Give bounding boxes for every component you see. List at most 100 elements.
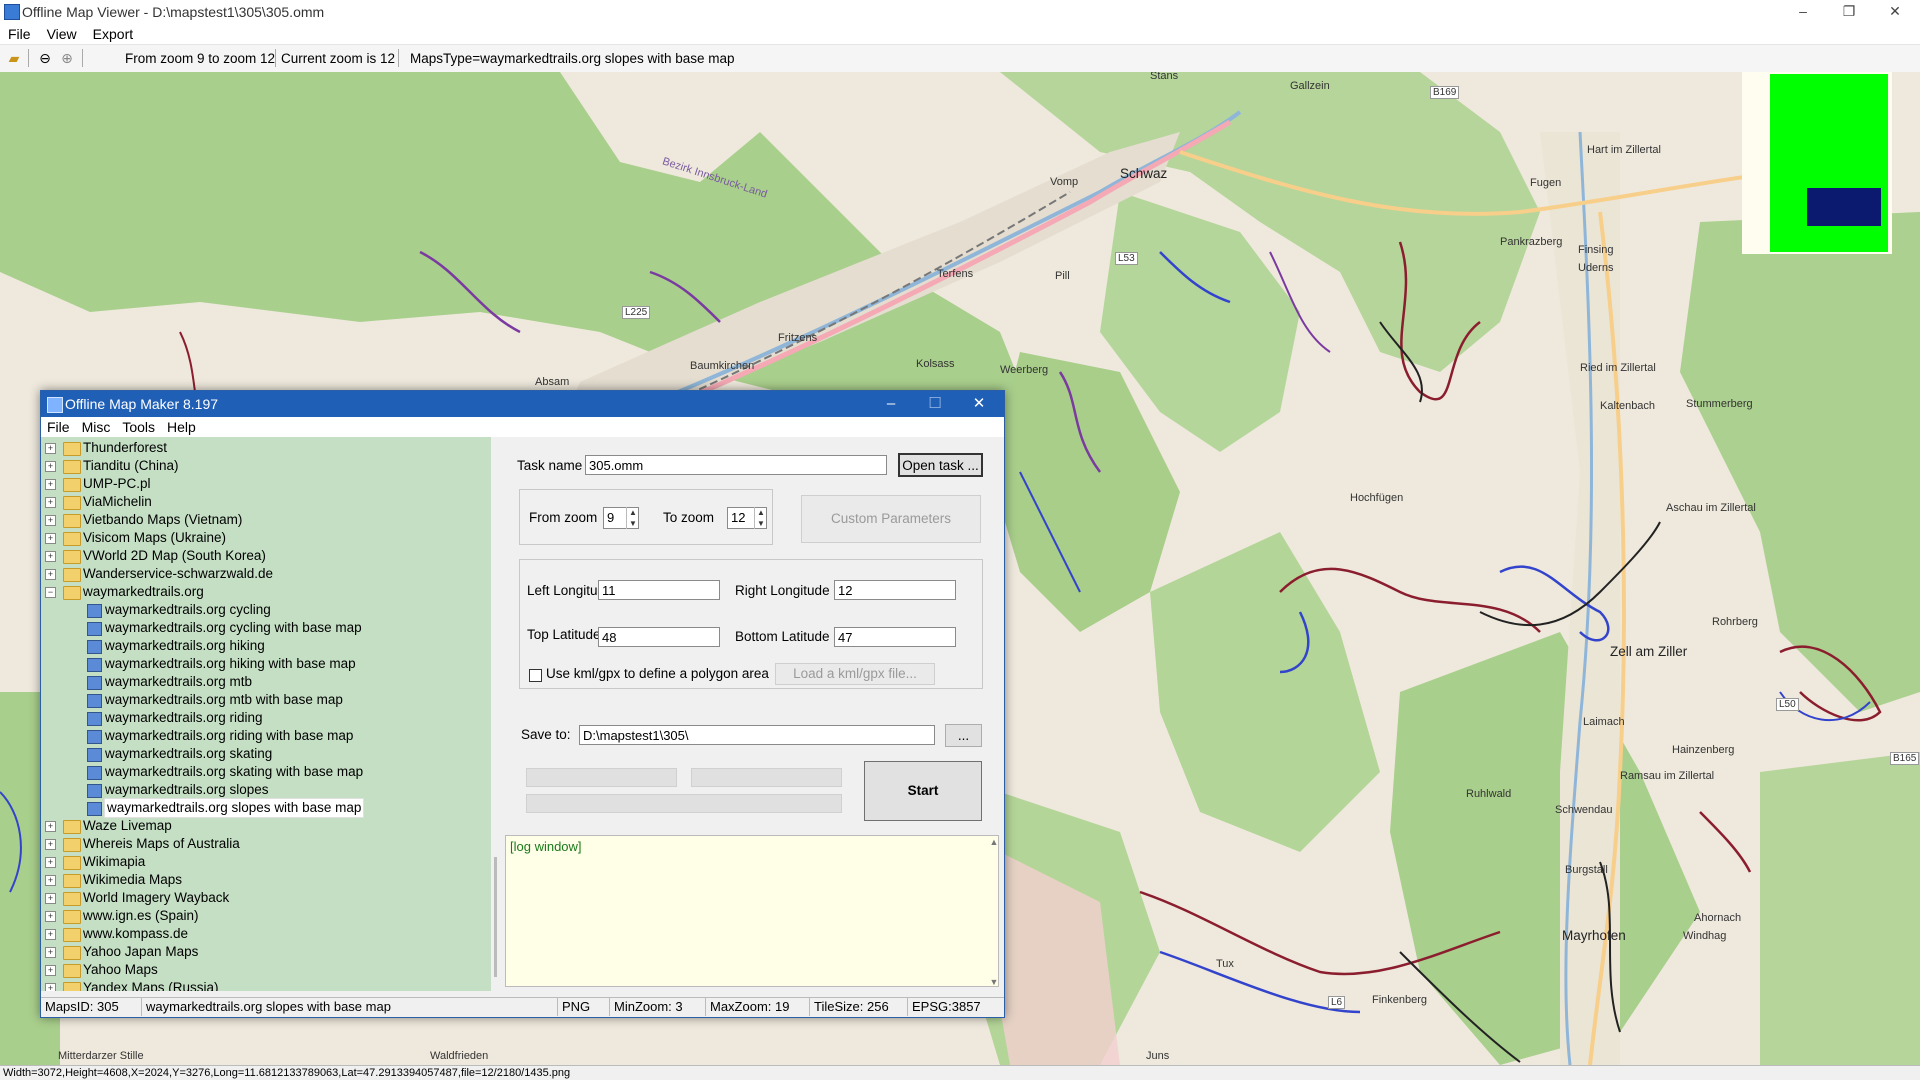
tree-folder[interactable]: + VWorld 2D Map (South Korea) (41, 547, 491, 565)
tree-folder[interactable]: + Wanderservice-schwarzwald.de (41, 565, 491, 583)
tree-folder[interactable]: + www.ign.es (Spain) (41, 907, 491, 925)
tree-folder[interactable]: + Wikimedia Maps (41, 871, 491, 889)
expand-icon[interactable]: + (45, 875, 56, 886)
tree-item-map[interactable]: waymarkedtrails.org skating (41, 745, 491, 763)
scroll-down-icon[interactable]: ▼ (989, 977, 999, 987)
expand-icon[interactable]: + (45, 569, 56, 580)
tree-item-label: waymarkedtrails.org slopes with base map (103, 798, 365, 818)
expand-icon[interactable]: + (45, 839, 56, 850)
open-folder-icon[interactable]: ▰ (5, 50, 23, 66)
close-button[interactable]: ✕ (1872, 0, 1918, 24)
menu-view[interactable]: View (39, 24, 85, 44)
expand-icon[interactable]: + (45, 983, 56, 991)
minimize-button[interactable]: – (1780, 0, 1826, 24)
dialog-menu-help[interactable]: Help (161, 417, 202, 435)
expand-icon[interactable]: + (45, 533, 56, 544)
expand-icon[interactable]: + (45, 821, 56, 832)
zoom-in-icon[interactable]: ⊕ (58, 50, 76, 66)
expand-icon[interactable]: + (45, 551, 56, 562)
tree-item-map[interactable]: waymarkedtrails.org mtb with base map (41, 691, 491, 709)
dialog-menu-tools[interactable]: Tools (116, 417, 161, 435)
expand-icon[interactable]: + (45, 965, 56, 976)
menu-file[interactable]: File (0, 24, 39, 44)
open-task-button[interactable]: Open task ... (898, 453, 983, 477)
map-label: Kolsass (916, 358, 955, 370)
tree-scrollbar[interactable] (491, 437, 503, 991)
left-longitude-input[interactable]: 11 (598, 580, 720, 600)
expand-icon[interactable]: + (45, 947, 56, 958)
tree-folder[interactable]: + Yahoo Maps (41, 961, 491, 979)
tree-item-map[interactable]: waymarkedtrails.org hiking (41, 637, 491, 655)
tree-folder[interactable]: + Visicom Maps (Ukraine) (41, 529, 491, 547)
start-button[interactable]: Start (864, 761, 982, 821)
menu-bar: File View Export (0, 24, 1920, 44)
map-layer-icon (87, 784, 102, 798)
map-source-tree[interactable]: + Thunderforest + Tianditu (China) + UMP-PC.p… (41, 437, 498, 991)
tree-item-map[interactable]: waymarkedtrails.org riding with base map (41, 727, 491, 745)
map-label: Pill (1055, 270, 1070, 282)
tree-item-map[interactable]: waymarkedtrails.org cycling with base ma… (41, 619, 491, 637)
tree-folder[interactable]: + World Imagery Wayback (41, 889, 491, 907)
tree-folder[interactable]: + Yandex Maps (Russia) (41, 979, 491, 991)
expand-icon[interactable]: + (45, 929, 56, 940)
minimap[interactable] (1742, 72, 1892, 254)
menu-export[interactable]: Export (85, 24, 141, 44)
top-latitude-input[interactable]: 48 (598, 627, 720, 647)
zoom-out-icon[interactable]: ⊖ (36, 50, 54, 66)
tree-folder[interactable]: + Waze Livemap (41, 817, 491, 835)
tree-folder[interactable]: + www.kompass.de (41, 925, 491, 943)
tree-folder[interactable]: + Whereis Maps of Australia (41, 835, 491, 853)
expand-icon[interactable]: + (45, 857, 56, 868)
bottom-latitude-input[interactable]: 47 (834, 627, 956, 647)
tree-scrollbar-thumb[interactable] (494, 857, 497, 977)
expand-icon[interactable]: + (45, 479, 56, 490)
log-scrollbar[interactable]: ▲ ▼ (989, 837, 999, 987)
tree-folder-expanded[interactable]: − waymarkedtrails.org (41, 583, 491, 601)
map-label: Weerberg (1000, 364, 1049, 376)
spinner-arrows-icon[interactable]: ▲ ▼ (754, 507, 767, 529)
tree-item-map[interactable]: waymarkedtrails.org slopes (41, 781, 491, 799)
browse-button[interactable]: ... (945, 724, 982, 747)
tree-item-map[interactable]: waymarkedtrails.org slopes with base map (41, 798, 491, 818)
save-path-input[interactable]: D:\mapstest1\305\ (579, 725, 935, 745)
tree-item-label: waymarkedtrails.org slopes (105, 782, 269, 797)
expand-icon[interactable]: + (45, 461, 56, 472)
scroll-up-icon[interactable]: ▲ (989, 837, 999, 847)
dialog-status-bar: MapsID: 305 waymarkedtrails.org slopes w… (41, 997, 1004, 1017)
expand-icon[interactable]: + (45, 443, 56, 454)
dialog-menu-misc[interactable]: Misc (76, 417, 117, 435)
right-longitude-input[interactable]: 12 (834, 580, 956, 600)
restore-button[interactable]: ❐ (1826, 0, 1872, 24)
maps-id: MapsID: 305 (45, 999, 119, 1014)
expand-icon[interactable]: + (45, 515, 56, 526)
custom-parameters-button[interactable]: Custom Parameters (801, 495, 981, 543)
to-zoom-spinner[interactable]: 12 ▲ ▼ (727, 507, 767, 529)
minimap-viewport[interactable] (1807, 188, 1881, 226)
tree-item-map[interactable]: waymarkedtrails.org hiking with base map (41, 655, 491, 673)
tree-folder[interactable]: + Thunderforest (41, 439, 491, 457)
from-zoom-spinner[interactable]: 9 ▲ ▼ (603, 507, 639, 529)
tree-folder[interactable]: + Yahoo Japan Maps (41, 943, 491, 961)
tree-folder[interactable]: + UMP-PC.pl (41, 475, 491, 493)
use-kml-checkbox[interactable] (529, 669, 542, 682)
load-kml-button[interactable]: Load a kml/gpx file... (775, 663, 935, 685)
tree-folder[interactable]: + Tianditu (China) (41, 457, 491, 475)
collapse-icon[interactable]: − (45, 587, 56, 598)
spinner-arrows-icon[interactable]: ▲ ▼ (626, 507, 639, 529)
tree-item-map[interactable]: waymarkedtrails.org cycling (41, 601, 491, 619)
tree-item-map[interactable]: waymarkedtrails.org riding (41, 709, 491, 727)
task-name-input[interactable]: 305.omm (585, 455, 887, 475)
expand-icon[interactable]: + (45, 911, 56, 922)
tree-item-map[interactable]: waymarkedtrails.org mtb (41, 673, 491, 691)
dialog-close-button[interactable]: ✕ (959, 393, 999, 415)
tree-folder[interactable]: + Wikimapia (41, 853, 491, 871)
dialog-maximize-button[interactable]: ☐ (915, 393, 955, 415)
tree-item-map[interactable]: waymarkedtrails.org skating with base ma… (41, 763, 491, 781)
expand-icon[interactable]: + (45, 497, 56, 508)
log-window[interactable]: [log window] (505, 835, 999, 987)
dialog-menu-file[interactable]: File (41, 417, 76, 435)
tree-folder[interactable]: + ViaMichelin (41, 493, 491, 511)
expand-icon[interactable]: + (45, 893, 56, 904)
tree-folder[interactable]: + Vietbando Maps (Vietnam) (41, 511, 491, 529)
dialog-minimize-button[interactable]: – (871, 393, 911, 415)
